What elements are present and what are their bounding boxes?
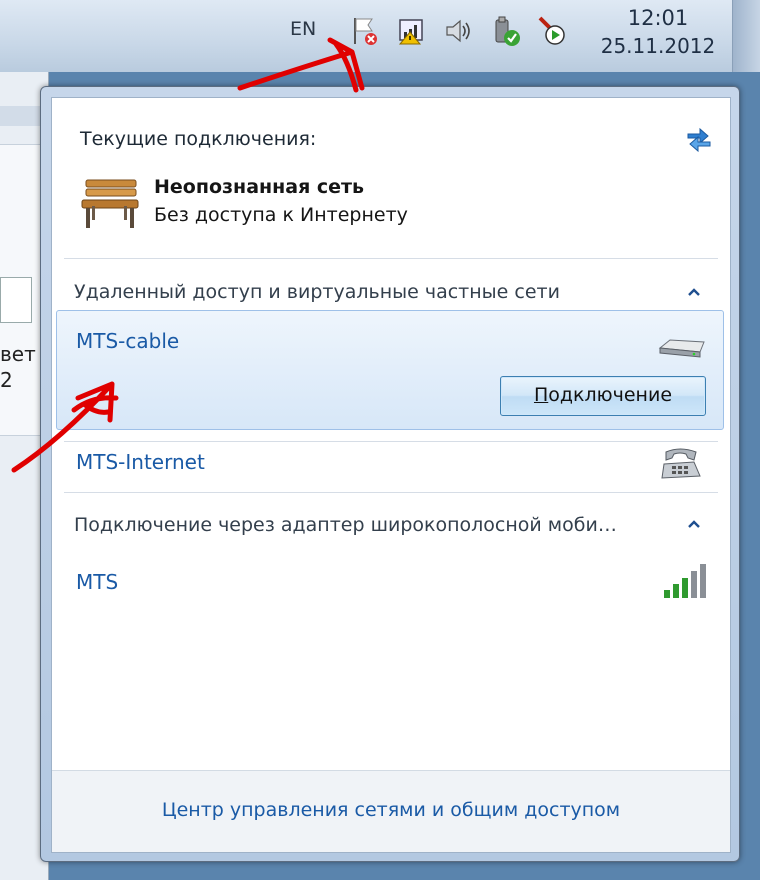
connection-label[interactable]: MTS-cable xyxy=(76,329,179,353)
modem-icon xyxy=(658,339,705,358)
divider xyxy=(64,441,718,442)
media-icon[interactable] xyxy=(536,14,568,48)
connection-label[interactable]: MTS xyxy=(76,570,118,594)
flyout-footer: Центр управления сетями и общим доступом xyxy=(52,770,730,852)
refresh-icon[interactable] xyxy=(682,120,716,154)
connect-button-label: одключение xyxy=(548,384,673,406)
show-desktop-button[interactable] xyxy=(732,0,760,72)
volume-icon[interactable] xyxy=(442,14,474,48)
clock-date: 25.11.2012 xyxy=(600,34,716,58)
connect-button-accesskey: П xyxy=(533,384,549,406)
section-mobile-title[interactable]: Подключение через адаптер широкополосной… xyxy=(74,514,617,536)
signal-bars-icon xyxy=(664,564,706,598)
usb-icon[interactable] xyxy=(490,14,522,48)
taskbar: EN 12:01 25.11.2012 xyxy=(0,0,760,72)
language-indicator[interactable]: EN xyxy=(290,18,316,40)
section-vpn-title[interactable]: Удаленный доступ и виртуальные частные с… xyxy=(74,281,560,303)
chevron-up-icon[interactable] xyxy=(684,514,704,534)
clock-time: 12:01 xyxy=(627,6,689,30)
divider xyxy=(64,258,718,259)
current-connections-label: Текущие подключения: xyxy=(80,128,317,150)
chevron-up-icon[interactable] xyxy=(684,282,704,302)
current-network-name: Неопознанная сеть xyxy=(154,176,365,198)
bench-icon xyxy=(81,179,139,228)
network-icon[interactable] xyxy=(396,14,428,48)
divider xyxy=(64,492,718,493)
background-text: 2 xyxy=(0,368,13,392)
flag-icon[interactable] xyxy=(348,14,380,48)
background-window-field xyxy=(0,277,32,323)
current-network-status: Без доступа к Интернету xyxy=(154,204,408,226)
network-center-link[interactable]: Центр управления сетями и общим доступом xyxy=(52,799,730,821)
background-text: вет xyxy=(0,342,36,366)
connection-label[interactable]: MTS-Internet xyxy=(76,450,205,474)
phone-icon xyxy=(661,448,701,479)
flyout-content: Текущие подключения: Неопознанная сеть Б… xyxy=(51,97,731,853)
network-flyout: Текущие подключения: Неопознанная сеть Б… xyxy=(40,86,740,862)
clock[interactable]: 12:01 25.11.2012 xyxy=(598,4,718,60)
connect-button[interactable]: Подключение xyxy=(500,376,706,416)
